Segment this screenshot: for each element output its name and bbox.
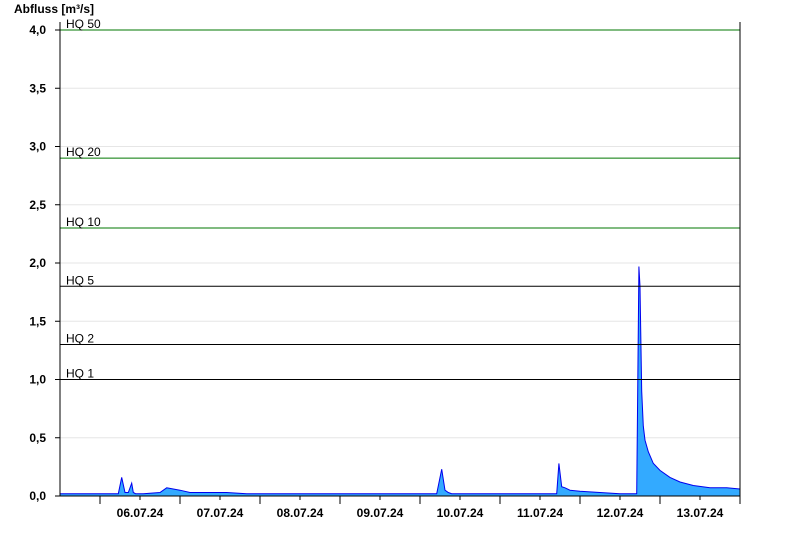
x-tick-label: 07.07.24 [197,506,244,520]
y-tick-label: 1,5 [29,314,46,328]
y-tick-label: 1,0 [29,373,46,387]
x-tick-label: 10.07.24 [437,506,484,520]
reference-line-label: HQ 20 [66,145,101,159]
y-tick-label: 3,5 [29,81,46,95]
y-tick-label: 2,5 [29,198,46,212]
y-tick-label: 0,0 [29,489,46,503]
reference-line-label: HQ 50 [66,17,101,31]
chart-background [0,0,800,550]
y-tick-label: 2,0 [29,256,46,270]
y-tick-label: 4,0 [29,23,46,37]
x-tick-label: 12.07.24 [597,506,644,520]
y-tick-label: 0,5 [29,431,46,445]
y-tick-label: 3,0 [29,140,46,154]
reference-line-label: HQ 1 [66,367,94,381]
x-tick-label: 06.07.24 [117,506,164,520]
x-tick-label: 13.07.24 [677,506,724,520]
reference-line-label: HQ 2 [66,332,94,346]
x-tick-label: 09.07.24 [357,506,404,520]
hydrograph-chart: HQ 1 HQ 2 HQ 5 HQ 10 HQ 20 HQ 50 0,0 0,5 1,0 1,5… [0,0,800,550]
x-tick-label: 11.07.24 [517,506,563,520]
reference-line-label: HQ 10 [66,215,101,229]
y-axis-label: Abfluss [m³/s] [14,2,94,16]
reference-line-label: HQ 5 [66,273,94,287]
x-tick-label: 08.07.24 [277,506,324,520]
